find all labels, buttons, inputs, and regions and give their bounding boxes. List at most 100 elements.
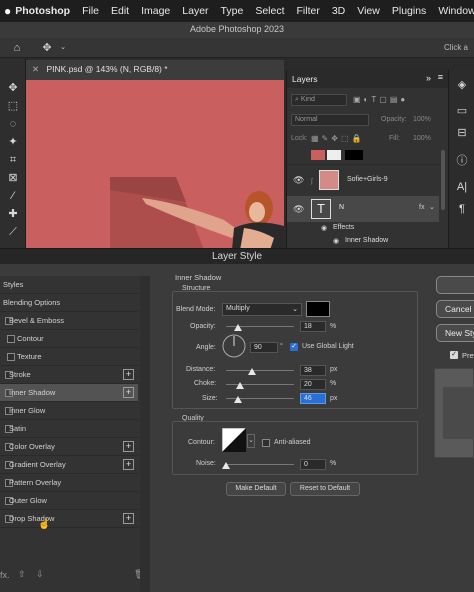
layer-row-top[interactable] <box>287 148 439 162</box>
opacity-value[interactable]: 100% <box>413 116 431 123</box>
move-tool-icon[interactable]: ✥ <box>40 41 54 55</box>
document-tab[interactable]: ✕ PINK.psd @ 143% (N, RGB/8) * <box>26 60 284 80</box>
checkbox[interactable] <box>7 353 15 361</box>
move-up-icon[interactable]: ⇧ <box>18 569 26 580</box>
eye-icon[interactable]: ◉ <box>333 237 339 245</box>
opacity-field[interactable]: 18 <box>300 321 326 332</box>
eye-icon[interactable]: 👁 <box>293 204 304 215</box>
layers-scrollbar[interactable] <box>441 150 445 210</box>
menu-plugins[interactable]: Plugins <box>386 5 432 17</box>
layer-row[interactable]: 👁 ∫ Sofie+Girls-9 <box>287 164 439 194</box>
menu-3d[interactable]: 3D <box>326 5 351 17</box>
blend-mode-select[interactable]: Normal <box>291 114 369 126</box>
menu-type[interactable]: Type <box>215 5 250 17</box>
style-item-drop-shadow[interactable]: Drop Shadow + <box>0 510 138 528</box>
menu-view[interactable]: View <box>351 5 386 17</box>
menu-window[interactable]: Window <box>432 5 474 17</box>
style-item-outer-glow[interactable]: Outer Glow <box>0 492 138 510</box>
size-slider-handle[interactable] <box>234 396 243 403</box>
document-canvas[interactable] <box>26 80 284 250</box>
style-item-bevel-emboss[interactable]: Bevel & Emboss <box>0 312 138 330</box>
eye-icon[interactable]: 👁 <box>293 175 304 186</box>
layer-name[interactable]: Sofie+Girls-9 <box>347 176 388 183</box>
add-icon[interactable]: + <box>123 513 134 524</box>
healing-brush-icon[interactable]: ✚ <box>5 206 21 222</box>
apple-icon[interactable]: ● <box>4 4 11 18</box>
style-item-blending-options[interactable]: Blending Options <box>0 294 138 312</box>
style-item-stroke[interactable]: Stroke + <box>0 366 138 384</box>
menu-layer[interactable]: Layer <box>176 5 214 17</box>
menu-edit[interactable]: Edit <box>105 5 135 17</box>
size-field[interactable]: 46 <box>300 393 326 404</box>
fx-menu-button[interactable]: fx. <box>0 570 10 580</box>
move-down-icon[interactable]: ⇩ <box>36 569 44 580</box>
choke-field[interactable]: 20 <box>300 379 326 390</box>
panel-menu-icon[interactable]: ≡ <box>438 72 443 82</box>
style-item-gradient-overlay[interactable]: Gradient Overlay + <box>0 456 138 474</box>
contour-thumbnail[interactable] <box>222 428 246 452</box>
kind-filter[interactable]: ⌕ Kind <box>291 94 347 106</box>
properties-icon[interactable]: ⊟ <box>455 126 469 140</box>
character-icon[interactable]: A| <box>455 180 469 194</box>
crop-icon[interactable]: ⌗ <box>5 152 21 168</box>
chevron-down-icon[interactable]: ⌄ <box>429 203 435 211</box>
angle-field[interactable]: 90 <box>250 342 278 353</box>
distance-slider[interactable] <box>226 370 294 371</box>
brush-icon[interactable]: ⟋ <box>5 224 21 240</box>
paragraph-icon[interactable]: ¶ <box>455 202 469 216</box>
cancel-button[interactable]: Cancel <box>436 300 474 318</box>
menu-select[interactable]: Select <box>249 5 290 17</box>
style-item-satin[interactable]: Satin <box>0 420 138 438</box>
layer-name[interactable]: N <box>339 204 344 211</box>
eye-icon[interactable]: ◉ <box>321 224 327 232</box>
reset-to-default-button[interactable]: Reset to Default <box>290 482 360 496</box>
style-item-color-overlay[interactable]: Color Overlay + <box>0 438 138 456</box>
marquee-icon[interactable]: ⬚ <box>5 98 21 114</box>
lock-icons[interactable]: ▦✎✥⬚🔒 <box>311 134 364 143</box>
style-item-inner-glow[interactable]: Inner Glow <box>0 402 138 420</box>
menu-filter[interactable]: Filter <box>291 5 326 17</box>
home-icon[interactable]: ⌂ <box>10 41 24 55</box>
magic-wand-icon[interactable]: ✦ <box>5 134 21 150</box>
menu-photoshop[interactable]: Photoshop <box>13 5 76 17</box>
noise-slider-handle[interactable] <box>222 462 230 469</box>
frame-icon[interactable]: ⊠ <box>5 170 21 186</box>
effects-row[interactable]: ◉ Effects <box>287 223 439 235</box>
fx-icon[interactable]: fx <box>419 204 424 211</box>
layer-row-selected[interactable]: 👁 T N fx ⌄ <box>287 196 439 222</box>
opacity-slider-handle[interactable] <box>234 324 243 331</box>
close-tab-icon[interactable]: ✕ <box>32 64 39 74</box>
chevron-down-icon[interactable]: ⌄ <box>247 434 255 448</box>
style-item-inner-shadow[interactable]: Inner Shadow + <box>0 384 138 402</box>
add-icon[interactable]: + <box>123 459 134 470</box>
add-icon[interactable]: + <box>123 441 134 452</box>
style-item-contour[interactable]: Contour <box>0 330 138 348</box>
comment-icon[interactable]: ▭ <box>455 104 469 118</box>
style-list-scrollbar[interactable] <box>140 276 150 592</box>
choke-slider-handle[interactable] <box>235 382 244 389</box>
noise-slider[interactable] <box>226 464 294 465</box>
lasso-icon[interactable]: ◌ <box>5 116 21 132</box>
preview-checkbox[interactable]: ✓ <box>450 351 458 359</box>
checkbox[interactable] <box>7 335 15 343</box>
eyedropper-icon[interactable]: ⁄ <box>5 188 21 204</box>
add-icon[interactable]: + <box>123 387 134 398</box>
shadow-color-swatch[interactable] <box>306 301 330 317</box>
angle-dial[interactable] <box>222 334 246 358</box>
distance-slider-handle[interactable] <box>247 368 256 375</box>
add-icon[interactable]: + <box>123 369 134 380</box>
style-item-pattern-overlay[interactable]: Pattern Overlay <box>0 474 138 492</box>
noise-field[interactable]: 0 <box>300 459 326 470</box>
info-icon[interactable]: ⓘ <box>455 154 469 168</box>
ok-button[interactable]: OK <box>436 276 474 294</box>
menu-image[interactable]: Image <box>135 5 176 17</box>
collapse-icon[interactable]: » <box>426 73 431 83</box>
styles-header[interactable]: Styles <box>0 276 138 294</box>
chevron-down-icon[interactable]: ⌄ <box>56 41 70 55</box>
blend-mode-select[interactable]: Multiply ⌄ <box>222 303 302 316</box>
style-item-texture[interactable]: Texture <box>0 348 138 366</box>
menu-file[interactable]: File <box>76 5 105 17</box>
anti-aliased-checkbox[interactable] <box>262 439 270 447</box>
filter-icons[interactable]: ▣◐T▢▤● <box>353 95 408 104</box>
make-default-button[interactable]: Make Default <box>226 482 286 496</box>
